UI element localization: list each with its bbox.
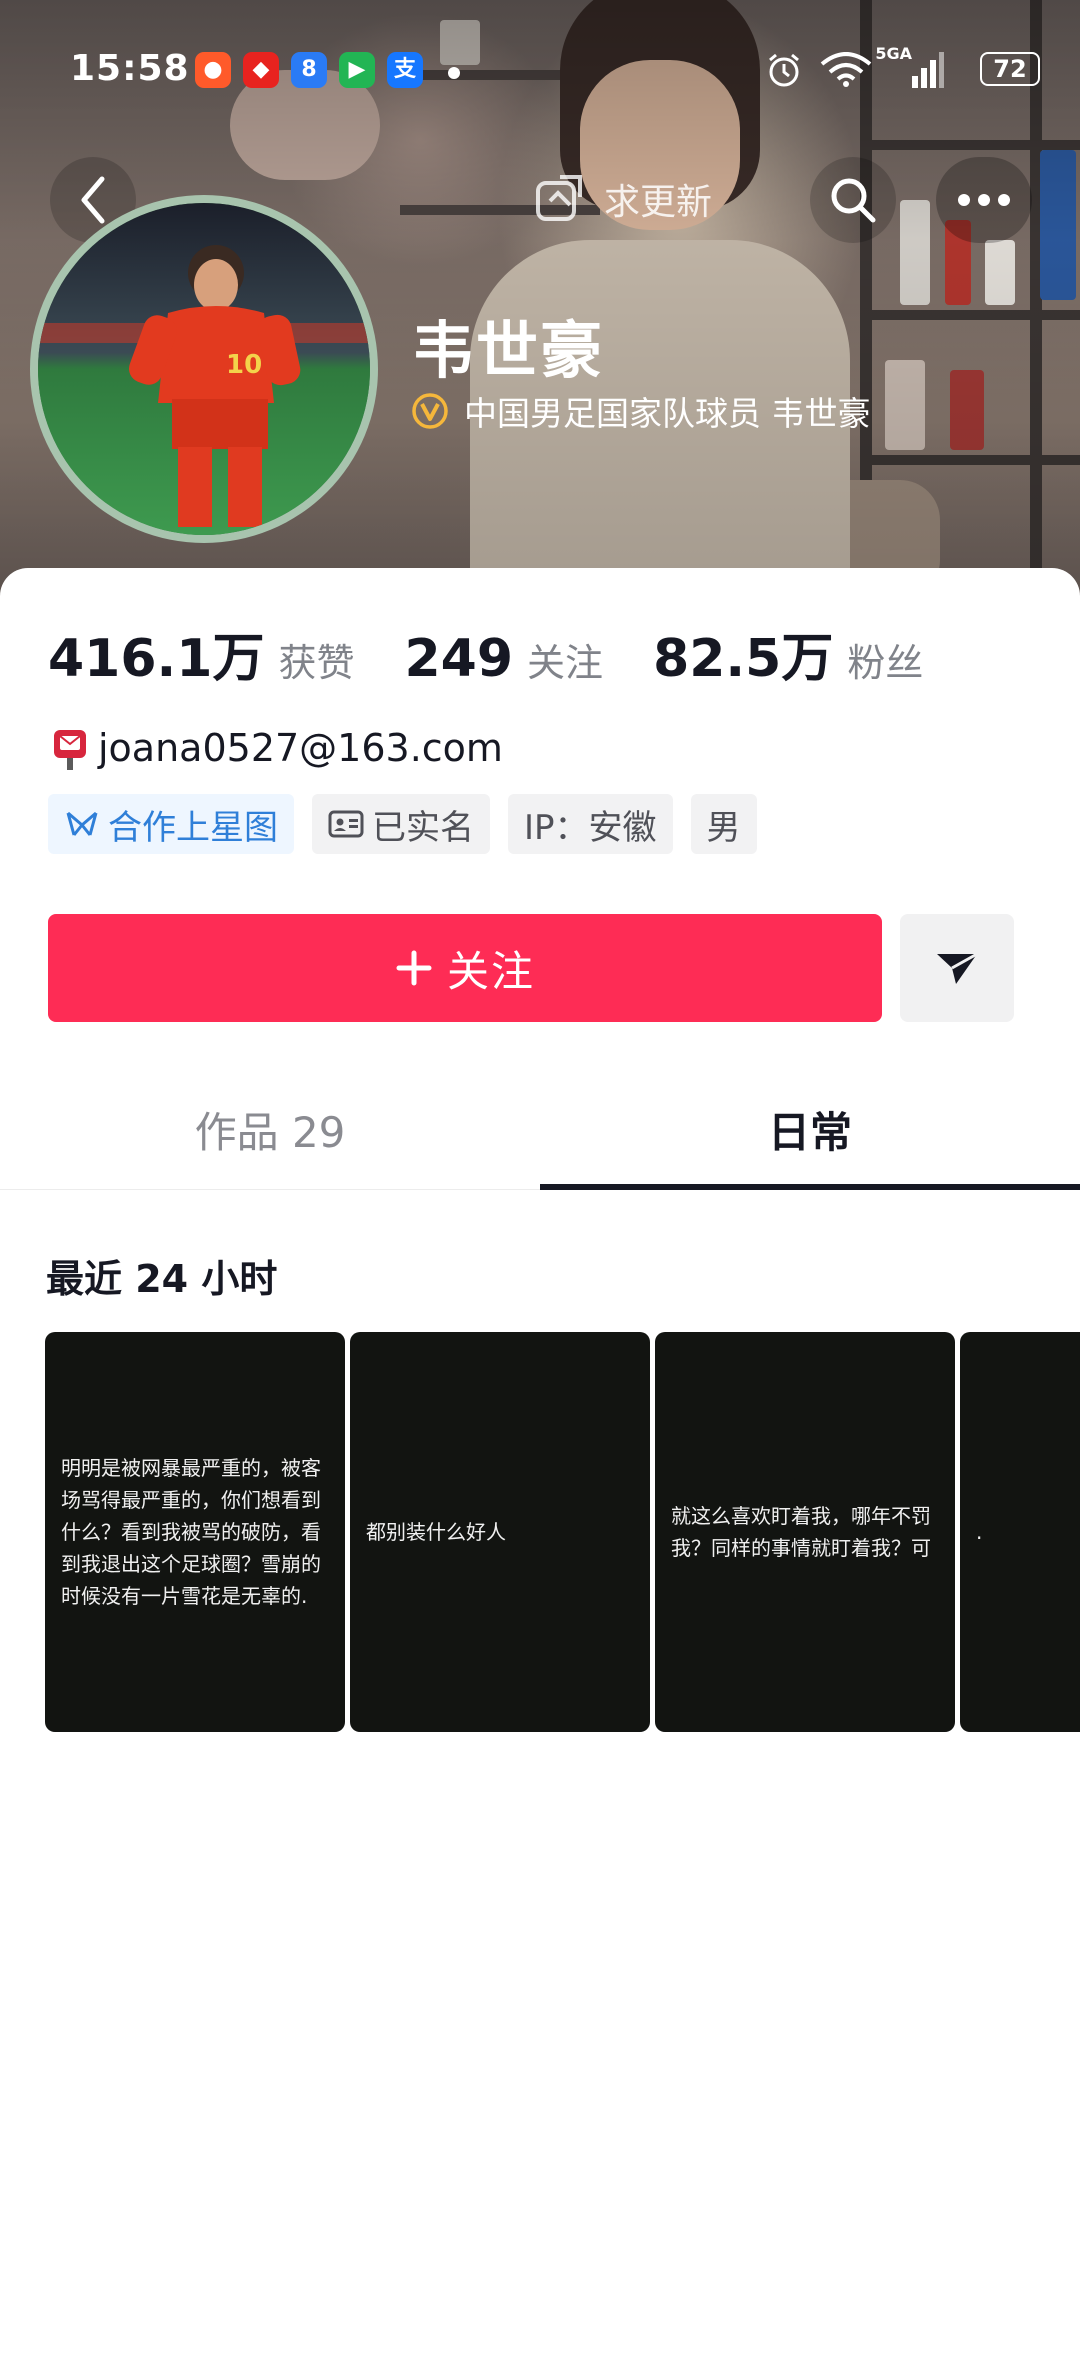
story-card[interactable]: 就这么喜欢盯着我，哪年不罚我？同样的事情就盯着我？可: [655, 1332, 955, 1732]
tag-real-name: 已实名: [312, 794, 490, 854]
stat-followers-value: 82.5万: [653, 629, 834, 689]
avatar[interactable]: 10: [30, 195, 378, 543]
app-icon-2: ◆: [243, 52, 279, 88]
story-text: .: [976, 1520, 983, 1544]
story-card[interactable]: 都别装什么好人: [350, 1332, 650, 1732]
story-card[interactable]: .: [960, 1332, 1080, 1732]
stat-likes[interactable]: 416.1万 获赞: [48, 616, 355, 691]
profile-stats: 416.1万 获赞 249 关注 82.5万 粉丝: [48, 616, 973, 689]
signal-icon: [912, 52, 944, 88]
follow-label: 关注: [446, 946, 535, 996]
stat-following-value: 249: [404, 629, 514, 689]
story-text: 都别装什么好人: [366, 1520, 506, 1544]
story-text: 就这么喜欢盯着我，哪年不罚我？同样的事情就盯着我？可: [671, 1504, 931, 1560]
wifi-icon: [820, 52, 872, 87]
bio-email: joana0527@163.com: [98, 726, 503, 770]
status-time: 15:58: [70, 48, 190, 89]
stat-likes-label: 获赞: [278, 641, 355, 685]
app-icon-1: ●: [195, 52, 231, 88]
recent-section-title: 最近 24 小时: [46, 1257, 278, 1301]
paper-plane-icon: [937, 952, 978, 984]
active-tab-indicator: [540, 1184, 1080, 1190]
tag-gender-label: 男: [706, 807, 741, 848]
tag-gender: 男: [690, 794, 757, 854]
mailbox-icon: [54, 730, 86, 770]
verified-badge-row: 中国男足国家队球员 韦世豪: [410, 388, 871, 434]
profile-name: 韦世豪: [412, 314, 605, 387]
story-card[interactable]: 明明是被网暴最严重的，被客场骂得最严重的，你们想看到什么？看到我被骂的破防，看到…: [45, 1332, 345, 1732]
profile-tags: 合作上星图 已实名 IP：安徽 男: [48, 794, 757, 854]
story-text: 明明是被网暴最严重的，被客场骂得最严重的，你们想看到什么？看到我被骂的破防，看到…: [61, 1456, 321, 1608]
request-update-label: 求更新: [604, 182, 713, 223]
story-list: 明明是被网暴最严重的，被客场骂得最严重的，你们想看到什么？看到我被骂的破防，看到…: [45, 1332, 1080, 1732]
stat-following-label: 关注: [527, 641, 604, 685]
profile-body: 416.1万 获赞 249 关注 82.5万 粉丝 joana0527@163.…: [0, 568, 1080, 2378]
verified-description: 中国男足国家队球员 韦世豪: [464, 394, 871, 433]
stat-likes-value: 416.1万: [48, 629, 265, 689]
more-options-button[interactable]: [936, 157, 1032, 243]
verified-icon: [412, 393, 448, 429]
tag-xingtu[interactable]: 合作上星图: [48, 794, 294, 854]
stat-followers-label: 粉丝: [847, 641, 924, 685]
more-dot-icon: [998, 194, 1010, 206]
battery-indicator: 72: [980, 52, 1040, 86]
plus-icon: [396, 950, 432, 986]
network-type: 5GA: [875, 44, 912, 63]
stat-following[interactable]: 249 关注: [405, 629, 604, 689]
send-message-button[interactable]: [900, 914, 1014, 1022]
alipay-icon: 支: [387, 52, 423, 88]
avatar-image: 10: [38, 203, 370, 535]
xingtu-icon: [66, 811, 98, 836]
status-bar: 15:58 ● ◆ 8 ▶ 支 5GA 72: [0, 40, 1080, 100]
id-card-icon: [328, 810, 364, 838]
stat-followers[interactable]: 82.5万 粉丝: [653, 616, 923, 691]
more-dot-icon: [978, 194, 990, 206]
tag-xingtu-label: 合作上星图: [108, 807, 278, 848]
chevron-left-icon: [81, 176, 105, 224]
tag-real-name-label: 已实名: [372, 807, 474, 848]
app-icon-4: ▶: [339, 52, 375, 88]
tab-works[interactable]: 作品 29: [0, 1068, 540, 1190]
status-right: 5GA 72: [740, 44, 1040, 90]
refresh-request-icon: [536, 175, 582, 221]
search-icon: [831, 178, 876, 223]
tag-ip-label: IP：安徽: [524, 807, 657, 848]
alarm-icon: [769, 53, 799, 87]
app-icon-3: 8: [291, 52, 327, 88]
more-dot-icon: [958, 194, 970, 206]
svg-text:10: 10: [226, 350, 262, 380]
tag-ip: IP：安徽: [508, 794, 673, 854]
request-update-button[interactable]: 求更新: [530, 169, 712, 229]
profile-tabs: 作品 29 日常: [0, 1068, 1080, 1190]
bio-email-row: joana0527@163.com: [48, 720, 503, 776]
search-button[interactable]: [810, 157, 896, 243]
notification-dot: [448, 67, 460, 79]
follow-button[interactable]: 关注: [48, 914, 882, 1022]
tab-daily[interactable]: 日常: [540, 1068, 1080, 1190]
